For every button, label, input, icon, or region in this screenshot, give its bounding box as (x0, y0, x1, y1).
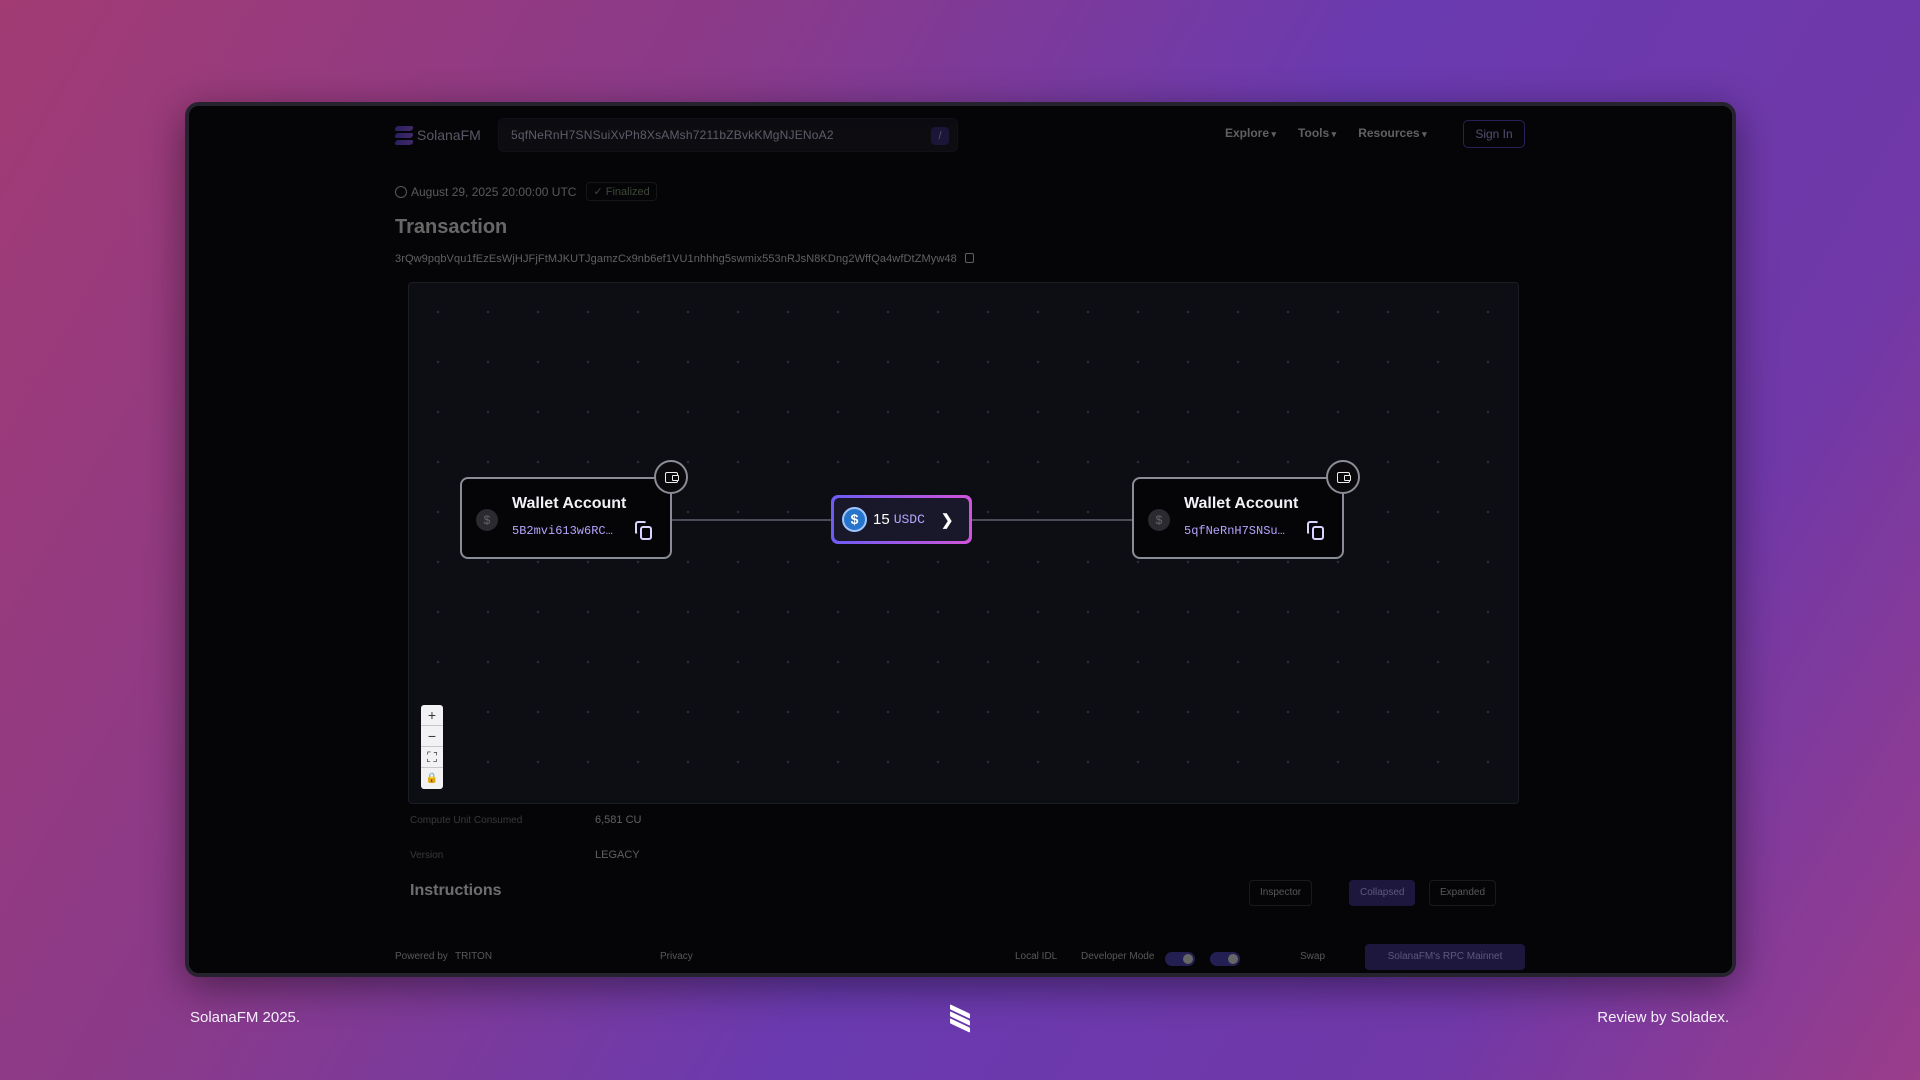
transfer-node[interactable]: $ 15 USDC ❯ (831, 495, 972, 544)
caption-right: Review by Soladex. (1597, 1009, 1729, 1026)
nav-menu: Explore Tools Resources (1225, 126, 1427, 140)
copy-icon[interactable] (635, 521, 653, 541)
copy-icon[interactable] (1307, 521, 1325, 541)
sign-in-button[interactable]: Sign In (1463, 120, 1525, 148)
source-wallet-node[interactable]: $ Wallet Account 5B2mvi613w6RC… (460, 477, 672, 559)
clock-icon (395, 185, 407, 198)
app-window: SolanaFM 5qfNeRnH7SNSuiXvPh8XsAMsh7211bZ… (185, 102, 1736, 977)
powered-by-text: Powered by (395, 951, 448, 962)
copy-signature-icon[interactable] (964, 253, 974, 263)
signature-text: 3rQw9pqbVqu1fEzEsWjHJFjFtMJKUTJgamzCx9nb… (395, 253, 957, 265)
search-input[interactable]: 5qfNeRnH7SNSuiXvPh8XsAMsh7211bZBvkKMgNJE… (498, 118, 958, 152)
zoom-out-button[interactable]: − (421, 726, 443, 747)
destination-wallet-label: Wallet Account (1184, 495, 1299, 512)
chevron-right-icon: ❯ (940, 511, 954, 529)
instructions-title: Instructions (410, 882, 502, 899)
soladex-logo-icon (948, 1004, 972, 1033)
detail-value-version: LEGACY (595, 849, 640, 861)
usdc-icon: $ (842, 507, 867, 532)
source-wallet-label: Wallet Account (512, 495, 627, 512)
wallet-icon (1326, 460, 1360, 494)
transfer-amount: 15 (873, 511, 890, 528)
graph-edge-right (972, 519, 1132, 521)
swap-button[interactable]: Swap (1300, 951, 1325, 962)
transaction-meta: August 29, 2025 20:00:00 UTC ✓ Finalized (395, 182, 657, 201)
developer-mode-toggle[interactable] (1165, 952, 1195, 966)
search-shortcut-key: / (931, 127, 949, 145)
transfer-graph-canvas[interactable]: $ Wallet Account 5B2mvi613w6RC… $ 15 USD… (408, 282, 1519, 804)
wallet-icon (654, 460, 688, 494)
solanafm-logo-icon (394, 124, 414, 146)
page-title: Transaction (395, 216, 508, 238)
zoom-in-button[interactable]: + (421, 705, 443, 726)
status-badge: ✓ Finalized (586, 182, 657, 201)
detail-value-compute: 6,581 CU (595, 814, 642, 826)
nav-tools[interactable]: Tools (1298, 126, 1336, 140)
developer-mode-label: Developer Mode (1081, 951, 1155, 962)
detail-label-version: Version (410, 850, 444, 861)
transaction-details: Compute Unit Consumed 6,581 CU Version L… (395, 806, 1525, 956)
brand-name: SolanaFM (417, 127, 481, 143)
brand-logo[interactable]: SolanaFM (394, 124, 481, 146)
collapsed-button[interactable]: Collapsed (1349, 880, 1416, 906)
search-value: 5qfNeRnH7SNSuiXvPh8XsAMsh7211bZBvkKMgNJE… (511, 128, 834, 142)
detail-label-compute: Compute Unit Consumed (410, 815, 523, 826)
destination-wallet-address: 5qfNeRnH7SNSu… (1184, 524, 1285, 538)
token-dollar-icon: $ (476, 509, 498, 531)
app-screen: SolanaFM 5qfNeRnH7SNSuiXvPh8XsAMsh7211bZ… (189, 106, 1732, 973)
timestamp: August 29, 2025 20:00:00 UTC (395, 185, 576, 199)
nav-resources[interactable]: Resources (1358, 126, 1426, 140)
rpc-selector[interactable]: SolanaFM's RPC Mainnet (1365, 944, 1525, 970)
graph-edge-left (665, 519, 833, 521)
token-dollar-icon: $ (1148, 509, 1170, 531)
destination-wallet-node[interactable]: $ Wallet Account 5qfNeRnH7SNSu… (1132, 477, 1344, 559)
theme-toggle[interactable] (1210, 952, 1240, 966)
app-footer: Powered by TRITON Privacy Local IDL Deve… (395, 944, 1525, 972)
local-idl-button[interactable]: Local IDL (1015, 951, 1057, 962)
transfer-token: USDC (893, 512, 925, 527)
expanded-button[interactable]: Expanded (1429, 880, 1497, 906)
nav-explore[interactable]: Explore (1225, 126, 1276, 140)
partner-name[interactable]: TRITON (455, 951, 492, 962)
source-wallet-address: 5B2mvi613w6RC… (512, 524, 613, 538)
timestamp-text: August 29, 2025 20:00:00 UTC (411, 184, 577, 199)
transfer-node-body: $ 15 USDC ❯ (834, 498, 969, 541)
caption-left: SolanaFM 2025. (190, 1009, 301, 1026)
zoom-controls: + − ⛶ 🔒 (421, 705, 443, 789)
inspector-button[interactable]: Inspector (1249, 880, 1313, 906)
lock-button[interactable]: 🔒 (421, 768, 443, 789)
top-navigation: SolanaFM 5qfNeRnH7SNSuiXvPh8XsAMsh7211bZ… (394, 118, 1525, 152)
transaction-signature: 3rQw9pqbVqu1fEzEsWjHJFjFtMJKUTJgamzCx9nb… (395, 253, 974, 265)
fit-view-button[interactable]: ⛶ (421, 747, 443, 768)
privacy-link[interactable]: Privacy (660, 951, 693, 962)
